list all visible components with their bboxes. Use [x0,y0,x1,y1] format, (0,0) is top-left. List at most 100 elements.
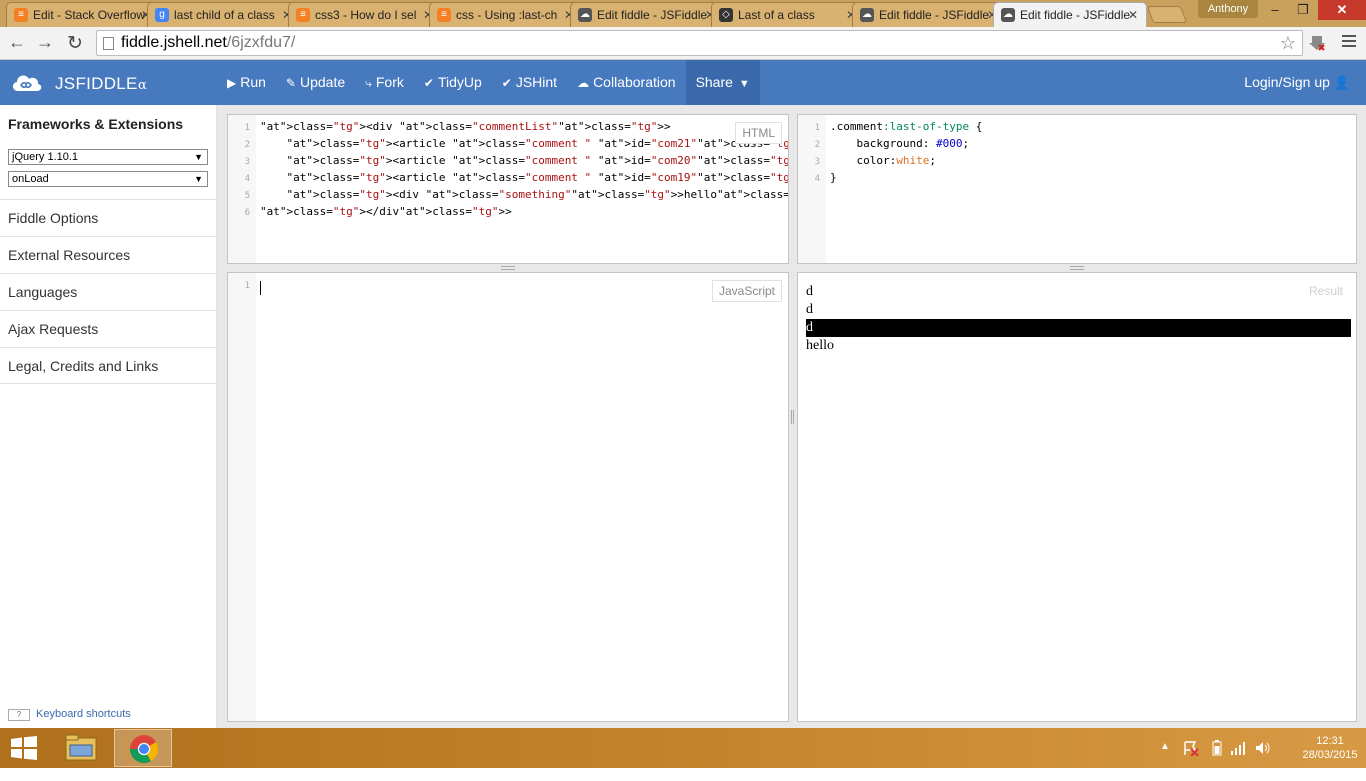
fork-icon: ⤷ [365,76,372,90]
sidebar-item-languages[interactable]: Languages [0,273,217,310]
line-number: 2 [244,140,250,150]
browser-toolbar: ← → ↻ fiddle.jshell.net/6jzxfdu7/ ☆ [0,27,1366,60]
load-type-select[interactable]: onLoad ▼ [8,171,208,187]
code-line[interactable]: "at">class="tg"><article "at">class="com… [260,154,789,167]
file-explorer-taskbar-button[interactable] [52,729,110,767]
html-panel-label: HTML [735,122,782,144]
jshint-button[interactable]: ✔ JSHint [492,60,567,105]
battery-icon[interactable] [1212,740,1222,756]
sidebar-item-ajax-requests[interactable]: Ajax Requests [0,310,217,347]
tab-favicon-icon: ◇ [719,8,733,22]
line-number: 4 [244,174,250,184]
action-center-flag-icon[interactable] [1183,740,1199,756]
code-line[interactable]: "at">class="tg"><article "at">class="com… [260,171,789,184]
collaboration-button[interactable]: ☁ Collaboration [567,60,686,105]
share-button[interactable]: Share ▼ [685,60,760,105]
window-close-icon[interactable]: ✕ [1318,0,1366,20]
cloud-icon: ☁ [577,76,590,90]
chrome-taskbar-button[interactable] [114,729,172,767]
windows-taskbar: ▲ 12:31 28/03/2015 [0,728,1366,768]
result-output: d d d hello [806,283,1351,355]
tab-title: Edit - Stack Overflow [33,8,146,22]
horizontal-splitter[interactable] [1070,266,1084,270]
sidebar-item-external-resources[interactable]: External Resources [0,236,217,273]
maximize-icon[interactable]: ❐ [1290,0,1316,20]
frameworks-title: Frameworks & Extensions [8,116,184,132]
css-panel[interactable]: 1 2 3 4 .comment:last-of-type { background:… [797,114,1357,264]
horizontal-splitter[interactable] [501,266,515,270]
chrome-icon [130,735,158,763]
browser-tab[interactable]: ☁ Edit fiddle - JSFiddle ✕ [570,2,724,27]
keyboard-shortcuts-link[interactable]: ? Keyboard shortcuts [8,708,131,721]
code-line[interactable]: background: #000; [830,137,969,150]
update-button[interactable]: ✎ Update [276,60,355,105]
new-tab-button[interactable] [1146,6,1188,23]
browser-tab[interactable]: ☁ Edit fiddle - JSFiddle ✕ [993,2,1147,27]
vertical-splitter[interactable] [791,410,794,424]
forward-icon[interactable]: → [33,32,57,53]
tab-close-icon[interactable]: ✕ [1128,8,1138,22]
profile-button[interactable]: Anthony [1198,0,1258,18]
windows-start-icon[interactable] [10,736,38,760]
editor-workspace: 1 2 3 4 5 6 "at">class="tg"><div "at">class="… [217,105,1366,728]
pencil-icon: ✎ [285,76,296,90]
volume-icon[interactable] [1254,740,1272,756]
bookmark-star-icon[interactable]: ☆ [1280,31,1296,55]
browser-tab[interactable]: ≡ css3 - How do I sel ✕ [288,2,442,27]
minimize-icon[interactable]: – [1262,0,1288,20]
tab-favicon-icon: ☁ [1001,8,1015,22]
javascript-panel-label: JavaScript [711,280,782,302]
tab-title: css - Using :last-ch [456,8,558,22]
html-panel[interactable]: 1 2 3 4 5 6 "at">class="tg"><div "at">class="… [227,114,789,264]
run-label: Run [240,74,266,90]
back-icon[interactable]: ← [5,32,29,53]
system-clock[interactable]: 12:31 28/03/2015 [1300,734,1360,762]
download-icon[interactable] [1308,34,1326,52]
menu-icon[interactable] [1342,35,1356,47]
network-signal-icon[interactable] [1230,740,1248,756]
browser-tab[interactable]: ≡ css - Using :last-ch ✕ [429,2,583,27]
code-line[interactable]: "at">class="tg"><div "at">class="somethi… [260,188,789,201]
code-line[interactable]: "at">class="tg"><article "at">class="com… [260,137,789,150]
reload-icon[interactable]: ↻ [63,32,87,55]
framework-select[interactable]: jQuery 1.10.1 ▼ [8,149,208,165]
jshint-label: JSHint [515,74,558,90]
line-number: 2 [814,140,820,150]
browser-tab[interactable]: g last child of a class ✕ [147,2,301,27]
sidebar-item-legal[interactable]: Legal, Credits and Links [0,347,217,384]
tidyup-button[interactable]: ✔ TidyUp [414,60,492,105]
line-number: 4 [814,174,820,184]
tab-favicon-icon: ≡ [14,8,28,22]
result-line: d [806,319,1351,337]
collaboration-label: Collaboration [593,74,676,90]
load-type-value: onLoad [12,173,49,185]
tab-favicon-icon: ≡ [437,8,451,22]
fork-button[interactable]: ⤷ Fork [355,60,414,105]
result-panel[interactable]: Result d d d hello [797,272,1357,722]
code-line[interactable]: "at">class="tg"><div "at">class="comment… [260,120,671,133]
login-button[interactable]: Login/Sign up 👤 [1244,60,1350,105]
jsfiddle-logo[interactable]: JSFIDDLE α [0,60,217,105]
check-icon: ✔ [423,76,434,90]
sidebar-item-fiddle-options[interactable]: Fiddle Options [0,199,217,236]
browser-tab[interactable]: ☁ Edit fiddle - JSFiddle ✕ [852,2,1006,27]
code-line[interactable]: .comment:last-of-type { [830,120,982,133]
browser-tab[interactable]: ≡ Edit - Stack Overflow ✕ [6,2,160,27]
brand-alpha: α [138,78,147,93]
sidebar: Frameworks & Extensions jQuery 1.10.1 ▼ … [0,105,217,728]
show-hidden-icons[interactable]: ▲ [1160,741,1170,781]
line-number: 1 [244,123,250,133]
address-bar[interactable]: fiddle.jshell.net/6jzxfdu7/ ☆ [96,30,1303,56]
run-button[interactable]: ▶ Run [217,60,276,105]
javascript-panel[interactable]: 1 JavaScript [227,272,789,722]
code-line[interactable]: } [830,171,837,184]
html-gutter: 1 2 3 4 5 6 [228,115,256,263]
check-icon: ✔ [501,76,512,90]
browser-tab[interactable]: ◇ Last of a class ✕ [711,2,865,27]
update-label: Update [299,74,346,90]
keyboard-icon: ? [8,709,30,721]
page-icon [103,37,114,50]
clock-time: 12:31 [1316,735,1344,747]
code-line[interactable]: "at">class="tg"></div"at">class="tg">> [260,205,512,218]
code-line[interactable]: color:white; [830,154,936,167]
